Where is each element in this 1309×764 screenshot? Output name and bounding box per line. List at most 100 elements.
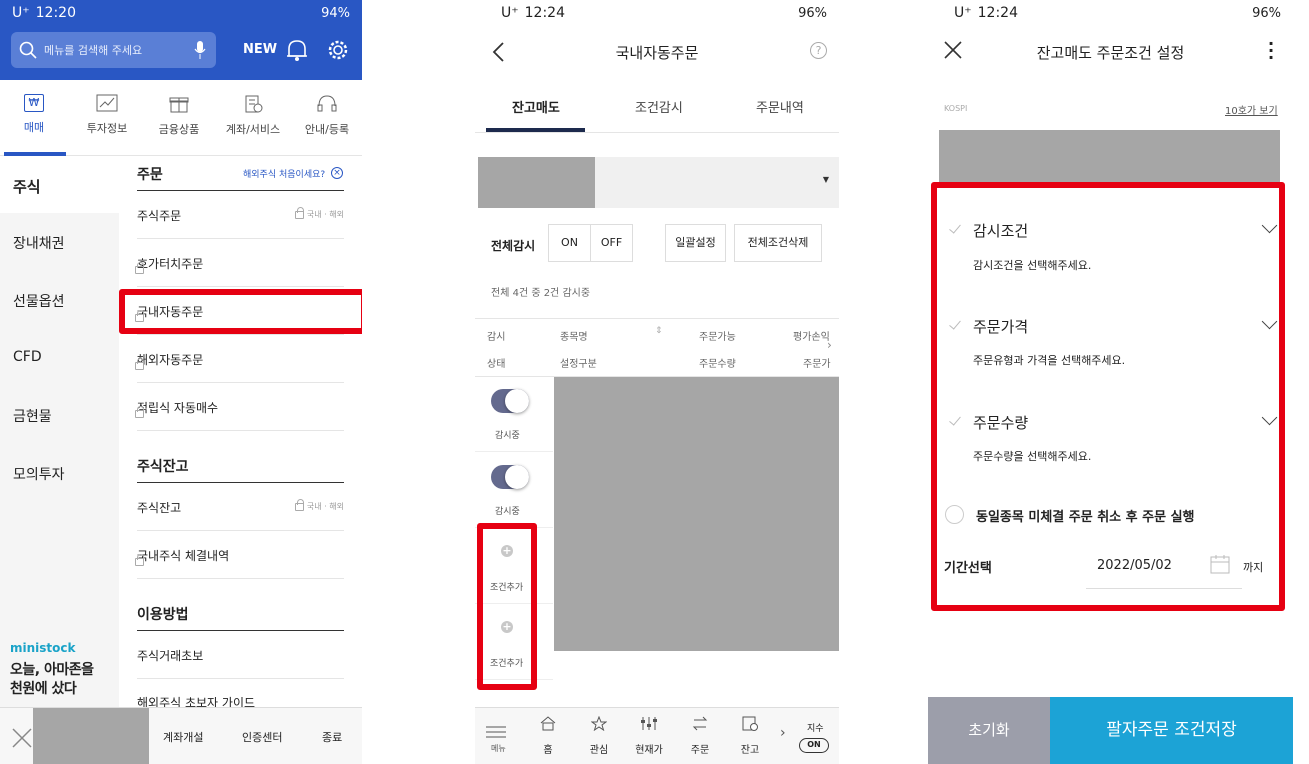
menu-item-execution-history[interactable]: 국내주식 체결내역: [135, 532, 344, 579]
tab-invest-info[interactable]: 투자정보: [72, 80, 142, 156]
watch-toggle[interactable]: [491, 465, 529, 489]
market-label: KOSPI: [944, 104, 968, 113]
page-title: 국내자동주문: [615, 44, 699, 62]
menu-item-label: 해외자동주문: [137, 353, 204, 367]
search-placeholder: 메뉴를 검색해 주세요: [44, 44, 143, 57]
divider: [137, 190, 344, 191]
nav-label: 메뉴: [491, 744, 506, 753]
menu-icon: [486, 726, 506, 738]
divider: [137, 482, 344, 483]
close-icon[interactable]: ×: [331, 167, 343, 179]
tab-condition-watch[interactable]: 조건감시: [635, 97, 683, 116]
star-icon: [590, 715, 608, 732]
nav-balance[interactable]: 잔고: [739, 716, 761, 756]
battery-level: 96%: [1252, 5, 1281, 21]
category-sidebar: 주식 장내채권 선물옵션 CFD 금현물 모의투자 ministock 오늘, …: [0, 157, 119, 707]
more-icon[interactable]: · · ·: [1268, 36, 1274, 66]
lock-icon: [295, 499, 305, 511]
nav-order[interactable]: 주문: [689, 716, 711, 756]
nav-menu[interactable]: 메뉴: [485, 724, 509, 754]
promo-brand[interactable]: ministock: [10, 641, 76, 655]
search-input[interactable]: 메뉴를 검색해 주세요: [11, 32, 216, 68]
menu-item-stock-balance[interactable]: 주식잔고 국내 · 해외: [137, 484, 344, 531]
tab-guide-register[interactable]: 안내/등록: [292, 80, 362, 156]
tab-label: 금융상품: [158, 123, 200, 136]
sort-icon[interactable]: ⇕: [655, 326, 663, 336]
menu-item-stock-order[interactable]: 주식주문 국내 · 해외: [137, 192, 344, 239]
menu-item-overseas-auto-order[interactable]: 해외자동주문: [135, 336, 344, 383]
new-icon[interactable]: NEW: [243, 42, 277, 57]
overseas-hint-link[interactable]: 해외주식 처음이세요?: [243, 167, 325, 180]
section-title-order: 주문: [137, 167, 163, 183]
bell-icon[interactable]: [286, 38, 308, 62]
category-mock[interactable]: 모의투자: [13, 464, 65, 484]
delete-all-conditions-button[interactable]: 전체조건삭제: [734, 224, 822, 262]
doc-icon: [742, 716, 758, 731]
nav-label: 잔고: [740, 745, 760, 756]
redacted-stock-info: [939, 130, 1280, 185]
category-futures[interactable]: 선물옵션: [13, 291, 65, 311]
section-title-usage: 이용방법: [137, 607, 189, 623]
tab-account-service[interactable]: 계좌/서비스: [216, 80, 290, 156]
col-header-watch: 감시: [487, 332, 506, 343]
tab-order-history[interactable]: 주문내역: [756, 97, 804, 116]
index-label: 지수: [807, 724, 824, 734]
category-bond[interactable]: 장내채권: [13, 233, 65, 253]
battery-level: 96%: [798, 5, 827, 21]
clock: 12:24: [524, 5, 565, 21]
help-icon[interactable]: ?: [810, 42, 827, 59]
category-cfd[interactable]: CFD: [13, 349, 42, 365]
menu-item-beginner[interactable]: 주식거래초보: [137, 632, 344, 679]
tab-financial-products[interactable]: 금융상품: [144, 80, 214, 156]
open-account-button[interactable]: 계좌개설: [163, 729, 203, 745]
save-sell-condition-button[interactable]: 팔자주문 조건저장: [1050, 697, 1293, 764]
close-icon[interactable]: [11, 727, 33, 749]
monitor-all-label: 전체감시: [491, 239, 536, 253]
exit-button[interactable]: 종료: [322, 729, 342, 745]
tab-balance-sell[interactable]: 잔고매도: [512, 97, 560, 116]
category-stock[interactable]: 주식: [13, 176, 41, 197]
on-button[interactable]: ON: [548, 224, 591, 262]
clock: 12:24: [977, 5, 1018, 21]
reset-button[interactable]: 초기화: [928, 697, 1050, 764]
top-tabs: ₩ 매매 투자정보 금융상품 계좌/서비스 안내/등록: [0, 80, 362, 156]
index-toggle[interactable]: ON: [799, 738, 829, 753]
carrier-label: U⁺: [501, 5, 519, 21]
promo-line2[interactable]: 천원에 샀다: [10, 678, 77, 698]
promo-line1[interactable]: 오늘, 아마존을: [10, 659, 94, 679]
bottom-nav: 메뉴 홈 관심 현재가 주문 잔고 › 지수 ON: [475, 707, 839, 764]
tab-trade[interactable]: ₩ 매매: [0, 80, 68, 156]
gear-icon[interactable]: [326, 38, 350, 62]
menu-item-installment-buy[interactable]: 적립식 자동매수: [135, 384, 344, 431]
account-select[interactable]: ▼: [478, 157, 839, 208]
lock-icon: [135, 406, 144, 418]
gift-icon: [169, 97, 189, 113]
highlight-box: [477, 523, 537, 690]
quote-10-link[interactable]: 10호가 보기: [1225, 102, 1278, 117]
scroll-right-icon[interactable]: ›: [827, 338, 832, 352]
menu-item-label: 적립식 자동매수: [137, 401, 219, 415]
nav-label: 현재가: [635, 745, 663, 756]
building-icon: [245, 95, 263, 113]
lock-icon: [135, 262, 144, 274]
nav-current-price[interactable]: 현재가: [633, 716, 665, 756]
nav-home[interactable]: 홈: [538, 716, 558, 756]
redacted-account: [478, 157, 595, 208]
off-button[interactable]: OFF: [590, 224, 633, 262]
watch-toggle[interactable]: [491, 389, 529, 413]
batch-setting-button[interactable]: 일괄설정: [665, 224, 726, 262]
clock: 12:20: [35, 5, 76, 21]
region-tag: 국내 · 해외: [295, 207, 344, 220]
lock-icon: [135, 358, 144, 370]
chevron-right-icon[interactable]: ›: [780, 725, 786, 741]
menu-item-quote-touch[interactable]: 호가터치주문: [135, 240, 344, 287]
category-gold[interactable]: 금현물: [13, 406, 52, 426]
chart-icon: [96, 94, 118, 112]
mic-icon[interactable]: [194, 41, 206, 59]
nav-label: 관심: [589, 745, 609, 756]
col-header-stock-name[interactable]: 종목명: [560, 328, 588, 343]
nav-watchlist[interactable]: 관심: [587, 715, 611, 756]
tab-label: 투자정보: [86, 122, 128, 135]
auth-center-button[interactable]: 인증센터: [242, 729, 282, 745]
divider: [137, 630, 344, 631]
